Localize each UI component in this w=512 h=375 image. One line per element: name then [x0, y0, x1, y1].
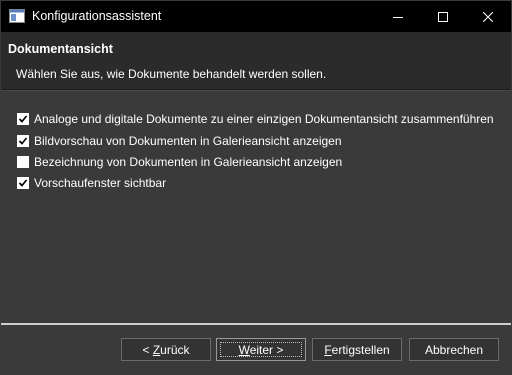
checkbox[interactable] — [17, 156, 29, 168]
window-title: Konfigurationsassistent — [32, 9, 162, 23]
title-bar[interactable]: Konfigurationsassistent — [1, 1, 511, 32]
option-label: Bezeichnung von Dokumenten in Galerieans… — [34, 155, 343, 169]
page-title: Dokumentansicht — [8, 42, 113, 56]
option-label: Vorschaufenster sichtbar — [34, 176, 167, 190]
checkbox[interactable] — [17, 177, 29, 189]
app-icon — [9, 9, 25, 23]
finish-button-label: Fertigstellen — [324, 342, 390, 357]
checkbox[interactable] — [17, 135, 29, 147]
minimize-button[interactable] — [375, 1, 420, 32]
maximize-button[interactable] — [420, 1, 465, 32]
checkmark-icon — [18, 179, 28, 187]
option-label: Analoge und digitale Dokumente zu einer … — [34, 112, 494, 126]
option-label: Bildvorschau von Dokumenten in Galeriean… — [34, 134, 342, 148]
option-preview-window[interactable]: Vorschaufenster sichtbar — [17, 175, 166, 191]
close-icon — [482, 11, 493, 22]
wizard-footer: < Zurück Weiter > Fertigstellen Abbreche… — [1, 325, 511, 374]
wizard-window: Konfigurationsassistent Dokumentansicht … — [0, 0, 512, 375]
page-subtitle: Wählen Sie aus, wie Dokumente behandelt … — [16, 67, 327, 81]
option-gallery-labels[interactable]: Bezeichnung von Dokumenten in Galerieans… — [17, 154, 342, 170]
wizard-header: Dokumentansicht Wählen Sie aus, wie Doku… — [1, 32, 511, 89]
next-button[interactable]: Weiter > — [216, 338, 306, 361]
option-merge-documents[interactable]: Analoge und digitale Dokumente zu einer … — [17, 111, 494, 127]
checkbox[interactable] — [17, 113, 29, 125]
checkmark-icon — [18, 115, 28, 123]
checkmark-icon — [18, 137, 28, 145]
minimize-icon — [392, 16, 403, 18]
close-button[interactable] — [465, 1, 510, 32]
back-button-label: < Zurück — [142, 342, 190, 357]
back-button[interactable]: < Zurück — [121, 338, 211, 361]
options-panel: Analoge und digitale Dokumente zu einer … — [1, 91, 511, 323]
cancel-button-label: Abbrechen — [424, 342, 484, 357]
cancel-button[interactable]: Abbrechen — [409, 338, 499, 361]
option-gallery-preview[interactable]: Bildvorschau von Dokumenten in Galeriean… — [17, 133, 342, 149]
finish-button[interactable]: Fertigstellen — [312, 338, 402, 361]
maximize-icon — [437, 11, 448, 22]
